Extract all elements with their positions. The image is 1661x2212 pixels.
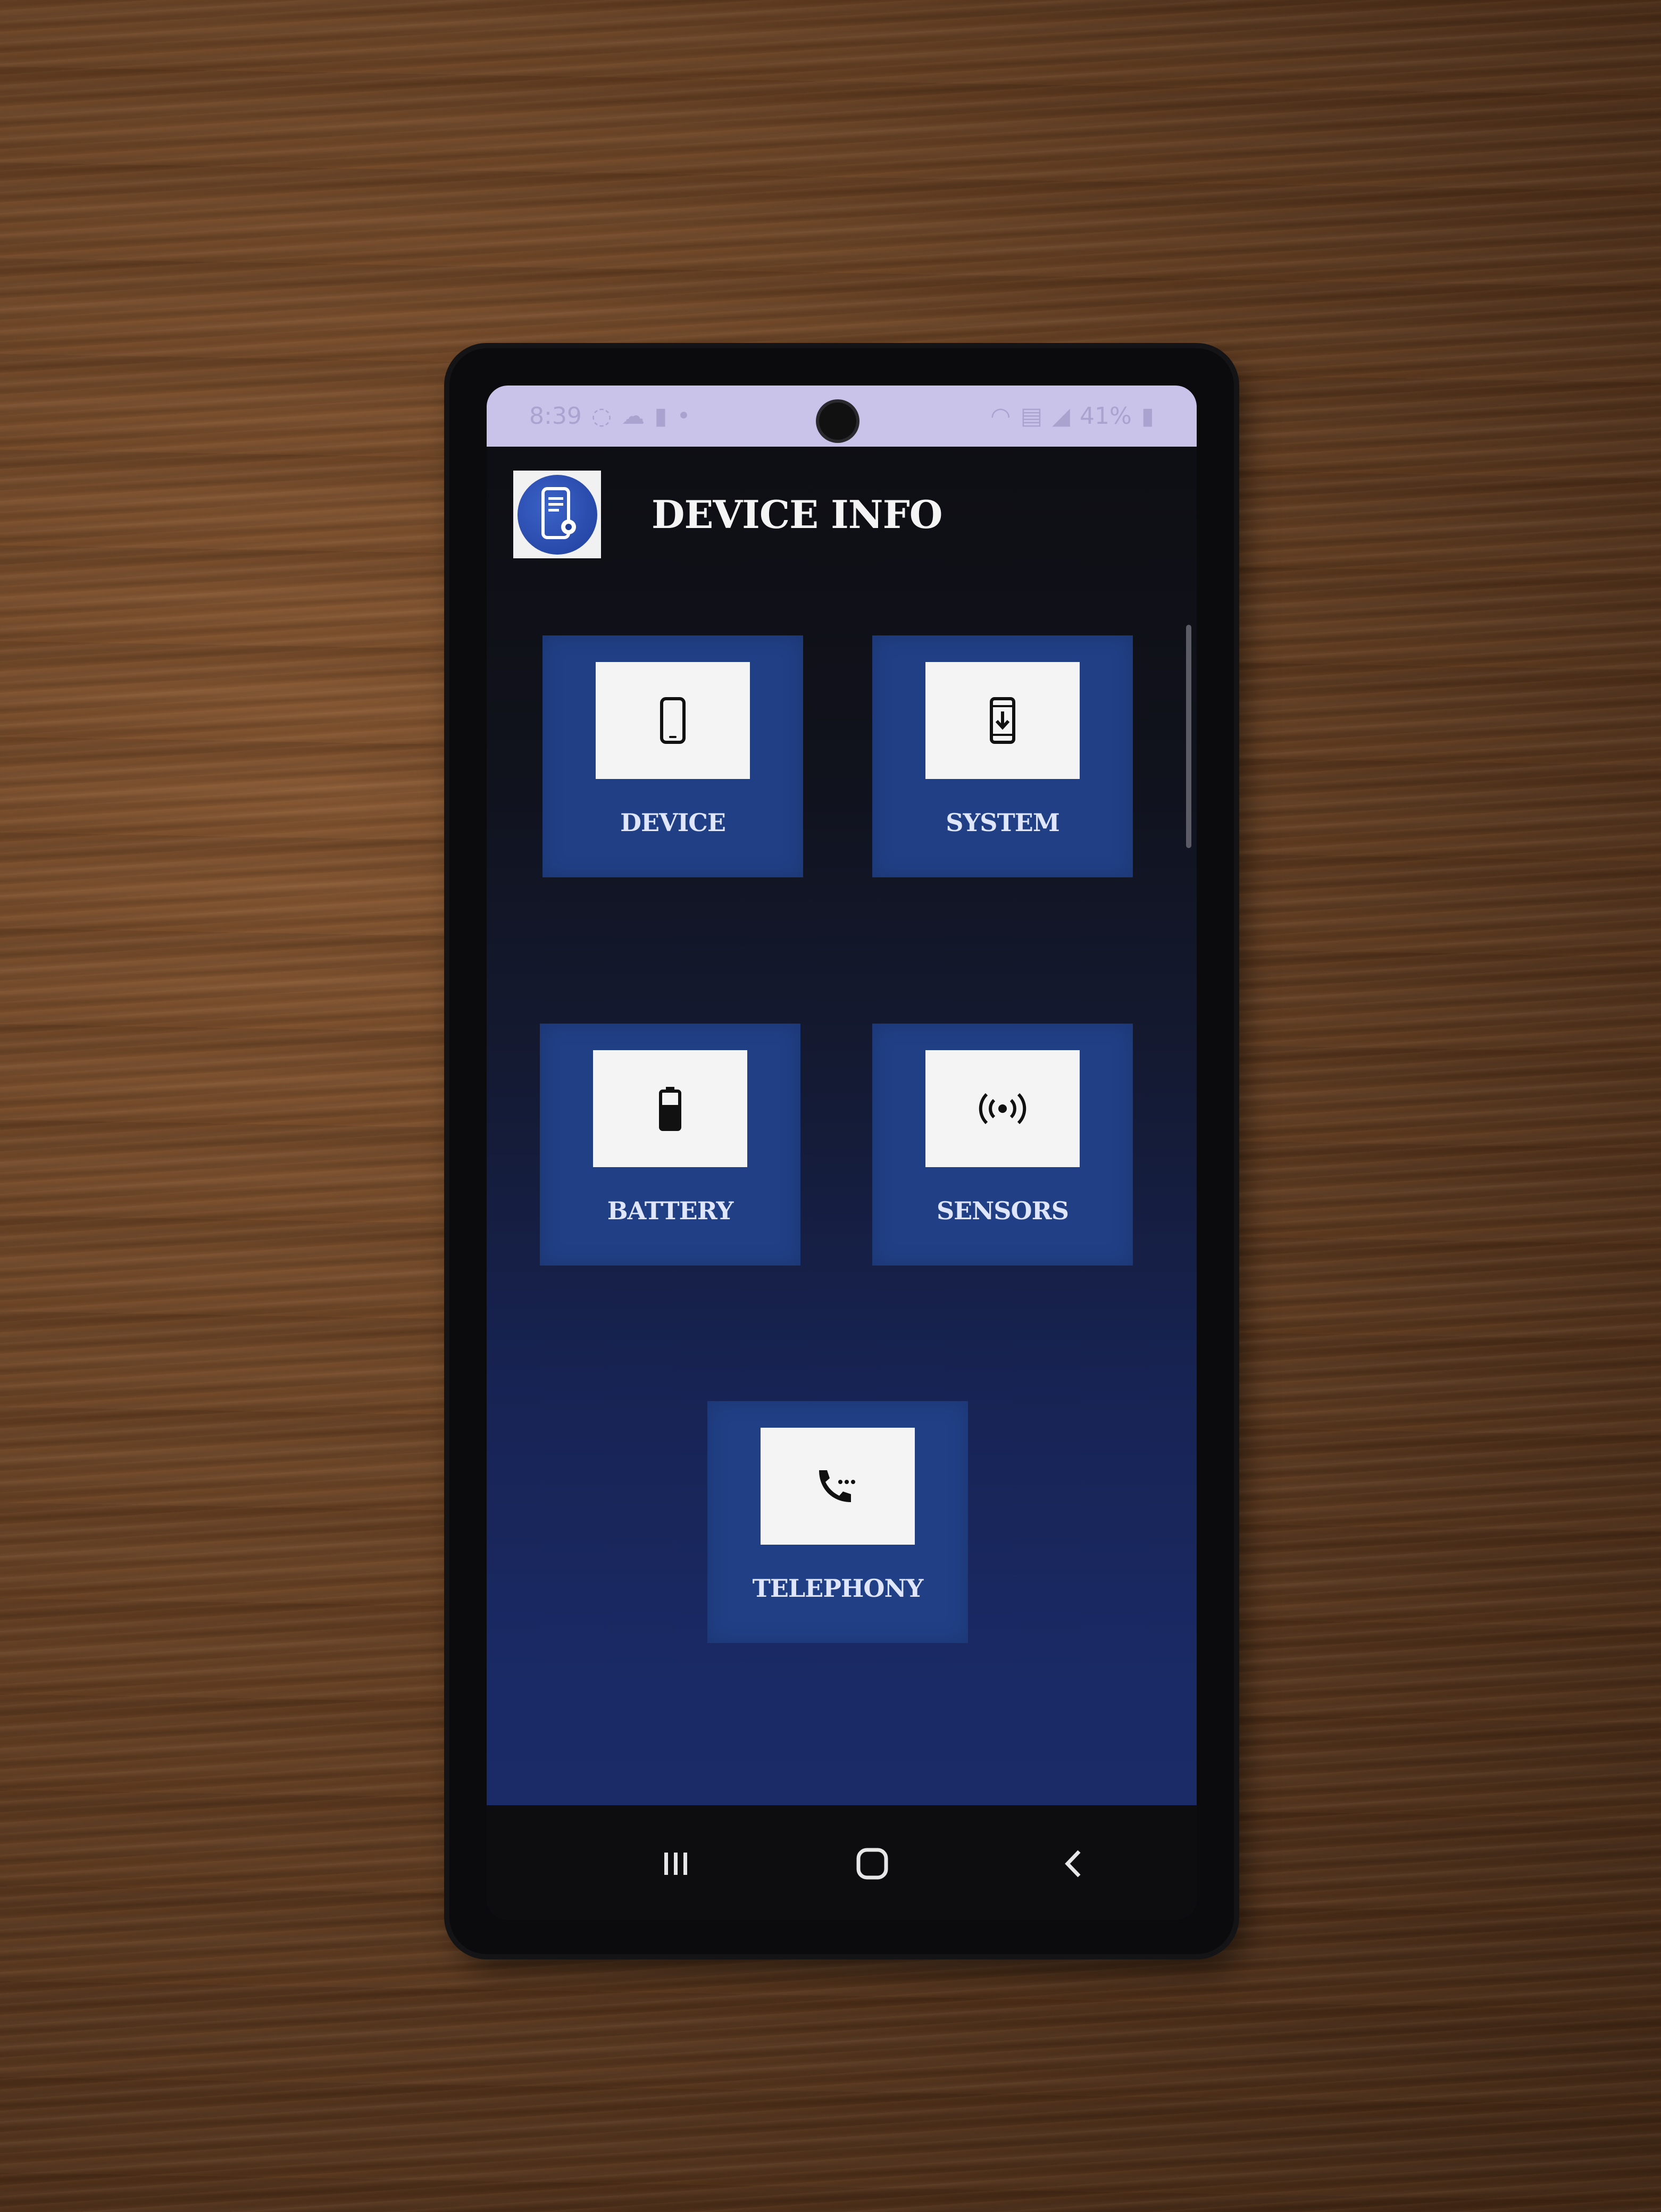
phone-call-icon xyxy=(819,1470,855,1502)
app-logo-icon xyxy=(517,474,597,555)
smartphone-icon xyxy=(660,697,686,744)
tile-label: BATTERY xyxy=(607,1196,734,1225)
status-right: ◠ ▤ ◢ 41% ▮ xyxy=(990,403,1154,430)
volte-icon: ▤ xyxy=(1020,403,1043,430)
status-left: 8:39 ◌ ☁ ▮ • xyxy=(529,403,690,430)
dot-icon: • xyxy=(677,403,691,430)
battery-status-icon: ▮ xyxy=(1141,403,1154,430)
back-icon xyxy=(1065,1850,1081,1878)
home-button[interactable] xyxy=(840,1832,904,1896)
app-header: DEVICE INFO xyxy=(487,471,1197,561)
battery-icon xyxy=(659,1087,681,1131)
tile-label: DEVICE xyxy=(620,808,726,837)
app-title: DEVICE INFO xyxy=(652,492,942,537)
status-time: 8:39 xyxy=(529,403,582,430)
tile-battery[interactable]: BATTERY xyxy=(540,1024,800,1266)
phone-screen: 8:39 ◌ ☁ ▮ • ◠ ▤ ◢ 41% ▮ DEVICE INFO DEV… xyxy=(487,386,1197,1920)
tile-telephony[interactable]: TELEPHONY xyxy=(707,1401,968,1643)
tile-label: SYSTEM xyxy=(946,808,1060,837)
recents-button[interactable] xyxy=(644,1832,707,1896)
whatsapp-icon: ◌ xyxy=(591,403,612,430)
sensors-icon xyxy=(979,1093,1026,1125)
cloud-icon: ☁ xyxy=(621,403,645,430)
home-icon xyxy=(856,1848,888,1880)
tile-sensors[interactable]: SENSORS xyxy=(872,1024,1133,1266)
signal-icon: ◢ xyxy=(1052,403,1070,430)
tile-system[interactable]: SYSTEM xyxy=(872,635,1133,877)
front-camera xyxy=(819,403,856,440)
tile-icon-box xyxy=(593,1050,747,1167)
navigation-bar xyxy=(487,1805,1197,1920)
tile-icon-box xyxy=(925,662,1080,779)
youtube-icon: ▮ xyxy=(654,403,667,430)
tile-icon-box xyxy=(925,1050,1080,1167)
wifi-icon: ◠ xyxy=(990,403,1011,430)
status-bar: 8:39 ◌ ☁ ▮ • ◠ ▤ ◢ 41% ▮ xyxy=(487,386,1197,447)
battery-percentage: 41% xyxy=(1079,403,1132,430)
system-update-icon xyxy=(990,697,1015,744)
tile-label: TELEPHONY xyxy=(752,1574,924,1603)
recents-icon xyxy=(664,1853,687,1875)
back-button[interactable] xyxy=(1042,1832,1106,1896)
tile-icon-box xyxy=(596,662,750,779)
tile-device[interactable]: DEVICE xyxy=(542,635,803,877)
app-logo xyxy=(513,471,601,558)
scroll-indicator[interactable] xyxy=(1186,625,1191,848)
tile-label: SENSORS xyxy=(936,1196,1069,1225)
tile-icon-box xyxy=(761,1428,915,1545)
